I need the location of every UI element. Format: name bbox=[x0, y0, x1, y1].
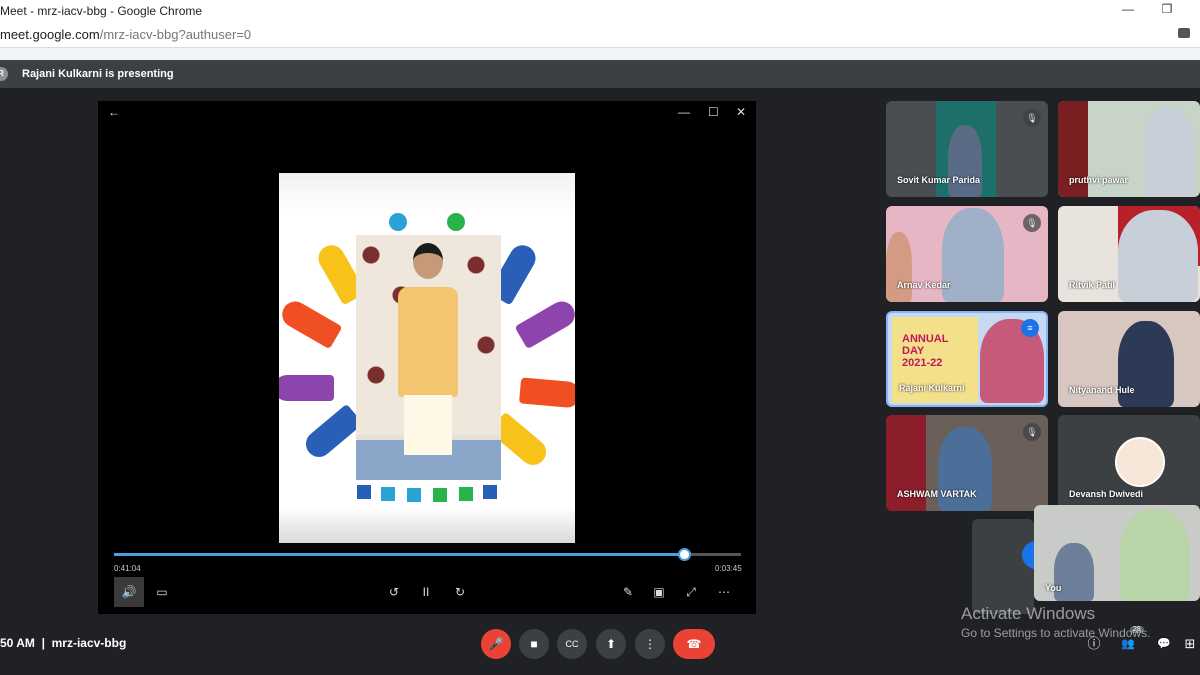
participant-tile[interactable]: 🎙 Sovit Kumar Parida bbox=[886, 101, 1048, 197]
progress-fill bbox=[114, 553, 685, 556]
speaking-indicator-icon: ≡ bbox=[1021, 319, 1039, 337]
toolbar-gap bbox=[0, 48, 1200, 60]
restore-button[interactable]: ❐ bbox=[1157, 2, 1177, 16]
meeting-time: 50 AM bbox=[0, 636, 35, 650]
remaining-time: 0:03:45 bbox=[715, 564, 742, 573]
self-video-tile[interactable]: You bbox=[1034, 505, 1200, 601]
child-photo bbox=[356, 235, 501, 480]
back-arrow-icon[interactable]: ← bbox=[108, 105, 120, 119]
present-now-button[interactable]: ⬆ bbox=[596, 629, 626, 659]
player-maximize-icon[interactable]: ☐ bbox=[708, 105, 719, 119]
edit-icon[interactable]: ✎ bbox=[616, 577, 640, 607]
camera-button[interactable]: ■ bbox=[519, 629, 549, 659]
participant-tile[interactable]: pruthvi pawar bbox=[1058, 101, 1200, 197]
participant-name: Rajani Kulkarni bbox=[899, 383, 965, 393]
forward-30-icon[interactable]: ↻ bbox=[448, 577, 472, 607]
captions-icon[interactable]: ▭ bbox=[150, 577, 174, 607]
microphone-off-button[interactable]: 🎤 bbox=[481, 629, 511, 659]
participant-tile[interactable]: Nityanand Hule bbox=[1058, 311, 1200, 407]
url-host: meet.google.com bbox=[0, 27, 100, 42]
activities-icon[interactable]: ⊞ bbox=[1180, 634, 1200, 654]
more-options-icon[interactable]: ⋯ bbox=[712, 577, 736, 607]
annual-day-line1: ANNUAL bbox=[902, 333, 949, 345]
participant-name: Ritvik Patil bbox=[1069, 280, 1116, 290]
presenting-bar: R Rajani Kulkarni is presenting bbox=[0, 60, 1200, 88]
participant-tile[interactable]: Devansh Dwivedi bbox=[1058, 415, 1200, 511]
participant-name: Devansh Dwivedi bbox=[1069, 489, 1144, 499]
participant-tile[interactable]: 🎙 ASHWAM VARTAK bbox=[886, 415, 1048, 511]
blue-ball-shape bbox=[389, 213, 407, 231]
purple-figure-shape bbox=[279, 375, 334, 401]
address-bar[interactable]: meet.google.com/mrz-iacv-bbg?authuser=0 bbox=[0, 22, 1200, 48]
activate-windows-watermark: Activate Windows Go to Settings to activ… bbox=[961, 604, 1150, 640]
red-figure-right-shape bbox=[518, 377, 575, 409]
volume-icon[interactable]: 🔊 bbox=[114, 577, 144, 607]
pause-icon[interactable]: II bbox=[414, 577, 438, 607]
progress-knob[interactable] bbox=[677, 548, 691, 561]
leave-call-button[interactable]: ☎ bbox=[673, 629, 715, 659]
orange-figure-shape bbox=[279, 296, 343, 350]
captions-button[interactable]: CC bbox=[557, 629, 587, 659]
presenting-text: Rajani Kulkarni is presenting bbox=[22, 68, 174, 80]
player-close-icon[interactable]: ✕ bbox=[736, 105, 746, 119]
chat-icon[interactable]: 💬 bbox=[1154, 634, 1174, 654]
more-options-button[interactable]: ⋮ bbox=[635, 629, 665, 659]
elapsed-time: 0:41:04 bbox=[114, 564, 141, 573]
picture-in-picture-icon[interactable]: ▣ bbox=[647, 577, 671, 607]
mic-off-icon: 🎙 bbox=[1023, 214, 1041, 232]
rewind-10-icon[interactable]: ↺ bbox=[382, 577, 406, 607]
participant-tile[interactable]: 🎙 Arnav Kedar bbox=[886, 206, 1048, 302]
video-progress-bar[interactable] bbox=[114, 548, 741, 561]
self-name: You bbox=[1045, 583, 1062, 593]
separator: | bbox=[41, 636, 45, 650]
participant-name: pruthvi pawar bbox=[1069, 175, 1129, 185]
participant-tile[interactable]: Ritvik Patil bbox=[1058, 206, 1200, 302]
camera-in-use-icon[interactable] bbox=[1178, 28, 1190, 38]
fullscreen-icon[interactable]: ⤢ bbox=[679, 577, 703, 607]
participant-name: Sovit Kumar Parida bbox=[897, 175, 981, 185]
browser-title-bar: Meet - mrz-iacv-bbg - Google Chrome — ❐ bbox=[0, 0, 1200, 22]
window-title: Meet - mrz-iacv-bbg - Google Chrome bbox=[0, 4, 203, 18]
url-text[interactable]: meet.google.com/mrz-iacv-bbg?authuser=0 bbox=[0, 27, 251, 42]
watermark-subtitle: Go to Settings to activate Windows. bbox=[961, 626, 1151, 640]
participant-tile-active-speaker[interactable]: ANNUAL DAY 2021-22 ≡ Rajani Kulkarni bbox=[886, 311, 1048, 407]
mic-off-icon: 🎙 bbox=[1023, 109, 1041, 127]
watermark-title: Activate Windows bbox=[961, 604, 1096, 623]
annual-day-line3: 2021-22 bbox=[902, 357, 943, 369]
self-tile-bg bbox=[972, 519, 1034, 614]
green-ball-shape bbox=[447, 213, 465, 231]
player-minimize-icon[interactable]: — bbox=[678, 105, 690, 119]
blue-figure-shape bbox=[300, 403, 364, 463]
shared-screen: ← — ☐ ✕ 0:41:04 0:03:45 🔊 ▭ ↺ II ↻ ✎ ▣ ⤢… bbox=[98, 101, 756, 614]
participant-name: Arnav Kedar bbox=[897, 280, 951, 290]
annual-day-line2: DAY bbox=[902, 345, 925, 357]
participant-name: ASHWAM VARTAK bbox=[897, 489, 977, 499]
player-header: ← — ☐ ✕ bbox=[98, 101, 756, 123]
video-frame bbox=[279, 173, 575, 543]
avatar bbox=[1115, 437, 1165, 487]
meeting-info: 50 AM | mrz-iacv-bbg bbox=[0, 636, 126, 650]
meeting-code: mrz-iacv-bbg bbox=[51, 636, 127, 650]
presenter-avatar: R bbox=[0, 67, 8, 81]
participant-name: Nityanand Hule bbox=[1069, 385, 1135, 395]
purple-figure-right-shape bbox=[514, 296, 575, 350]
minimize-button[interactable]: — bbox=[1118, 2, 1138, 16]
mic-off-icon: 🎙 bbox=[1023, 423, 1041, 441]
url-path: /mrz-iacv-bbg?authuser=0 bbox=[99, 27, 252, 42]
